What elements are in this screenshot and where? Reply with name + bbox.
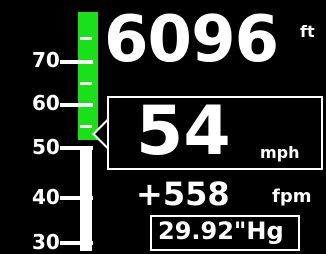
airspeed-value: 54	[136, 92, 231, 171]
speed-tape-minor-tick	[80, 172, 92, 175]
speed-tape-major-tick	[60, 241, 93, 245]
speed-tape-major-tick	[60, 103, 93, 107]
altitude-unit: ft	[300, 22, 315, 41]
speed-tape-minor-tick	[80, 125, 92, 128]
airspeed-unit: mph	[260, 143, 300, 162]
vertical-speed-value: +558	[136, 175, 230, 213]
speed-tape-label: 60	[32, 91, 60, 115]
speed-tape-label: 40	[32, 185, 60, 209]
speed-tape-label: 30	[32, 230, 60, 254]
speed-tape-minor-tick	[80, 37, 92, 40]
speed-tape-minor-tick	[80, 82, 92, 85]
speed-tape-white-band	[80, 150, 92, 251]
speed-tape-major-tick	[60, 60, 93, 64]
speed-tape-major-tick	[60, 146, 93, 150]
barometer-value: 29.92"Hg	[158, 217, 284, 245]
vertical-speed-unit: fpm	[272, 186, 312, 207]
altitude-value: 6096	[104, 3, 279, 77]
speed-tape-label: 50	[32, 135, 60, 159]
speed-tape-minor-tick	[80, 220, 92, 223]
speed-tape-label: 70	[32, 48, 60, 72]
speed-tape-major-tick	[60, 196, 93, 200]
